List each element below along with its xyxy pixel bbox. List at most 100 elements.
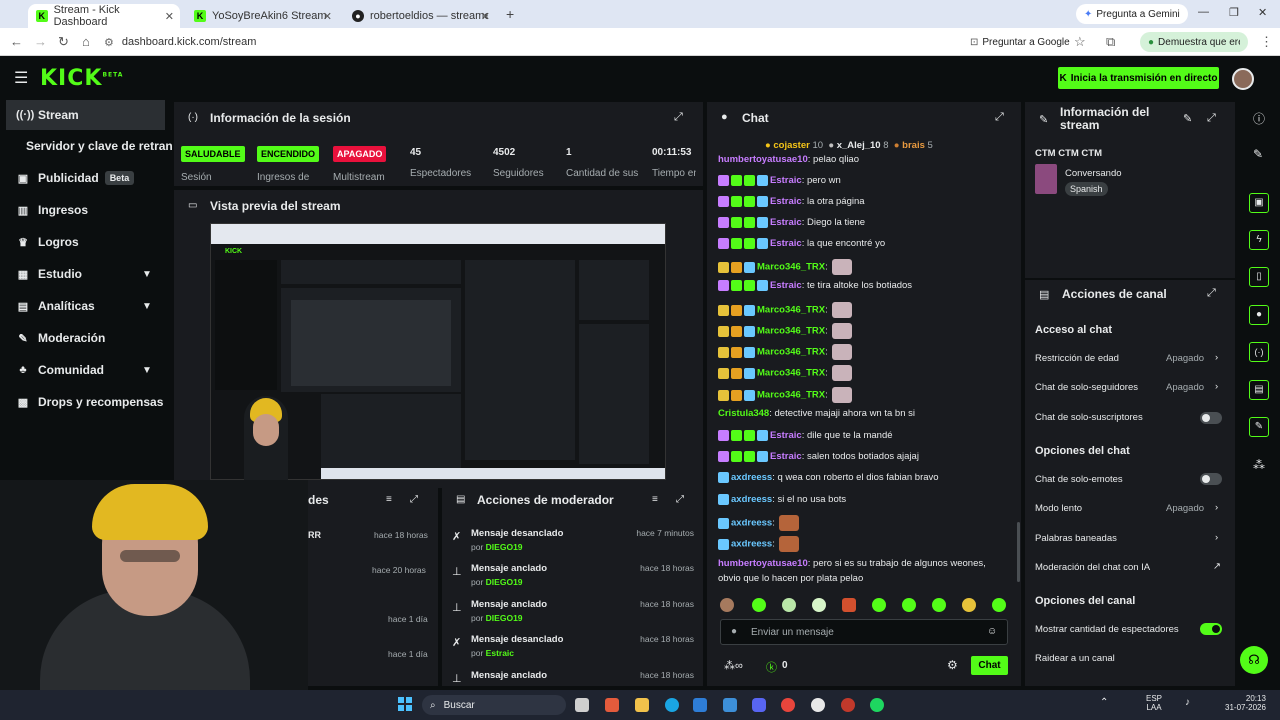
chat-username[interactable]: axdreess	[731, 518, 772, 529]
chat-emote-image[interactable]	[831, 323, 852, 339]
chat-emote-image[interactable]	[831, 344, 852, 360]
chat-emote-image[interactable]	[831, 302, 852, 318]
send-chat-button[interactable]: Chat	[971, 656, 1008, 675]
chat-username[interactable]: Estraic	[770, 175, 802, 186]
emote-icon[interactable]	[752, 598, 766, 612]
chat-emote-image[interactable]	[831, 365, 852, 381]
hamburger-menu-icon[interactable]: ☰	[14, 68, 28, 88]
emote-icon[interactable]	[902, 598, 916, 612]
chat-username[interactable]: Cristula348	[718, 408, 769, 419]
expand-panel-icon[interactable]: ⤢	[410, 494, 418, 505]
chat-username[interactable]: axdreess	[731, 472, 772, 483]
emotes-only-toggle[interactable]	[1200, 473, 1222, 485]
community-points-icon[interactable]: ⁂∞	[724, 659, 743, 672]
emote-icon[interactable]	[812, 598, 826, 612]
support-headset-icon[interactable]: ☊	[1240, 646, 1268, 674]
chat-username[interactable]: axdreess	[731, 539, 772, 550]
back-arrow-icon[interactable]: ←	[10, 34, 23, 49]
gifter-name[interactable]: x_Alej_10	[837, 140, 881, 151]
browser-tab-watch[interactable]: K YoSoyBreAkin6 Stream - Watch ✕	[186, 4, 338, 28]
spotify-icon[interactable]	[870, 698, 884, 712]
emote-icon[interactable]	[720, 598, 734, 612]
emote-icon[interactable]	[962, 598, 976, 612]
chat-emote-image[interactable]	[778, 515, 799, 531]
stream-category[interactable]: Conversando	[1065, 168, 1122, 179]
browser-tab-github[interactable]: ● robertoeldios — streamer chile ✕	[344, 4, 496, 28]
copilot-icon[interactable]	[605, 698, 619, 712]
sidebar-item-publicidad[interactable]: ▣ Publicidad Beta	[0, 163, 172, 193]
wrench-icon[interactable]: ✎	[1249, 417, 1269, 437]
profile-chip-button[interactable]: ● Demuestra que eres tú	[1140, 32, 1248, 52]
close-tab-icon[interactable]: ✕	[165, 10, 174, 23]
list-icon[interactable]: ▤	[1249, 380, 1269, 400]
close-tab-icon[interactable]: ✕	[323, 10, 332, 23]
chevron-right-icon[interactable]: ›	[1215, 381, 1218, 392]
chat-scrollbar[interactable]	[1017, 522, 1020, 582]
chat-username[interactable]: Marco346_TRX	[757, 326, 825, 337]
extensions-icon[interactable]: ⧉	[1106, 34, 1115, 50]
taskbar-clock[interactable]: 20:13 31-07-2026	[1225, 694, 1266, 712]
chat-username[interactable]: Marco346_TRX	[757, 347, 825, 358]
expand-panel-icon[interactable]: ⤢	[676, 494, 684, 505]
mod-action-row[interactable]: ✗ Mensaje desanclado por DIEGO19 hace 7 …	[448, 528, 698, 562]
close-window-icon[interactable]: ✕	[1258, 6, 1267, 19]
info-icon[interactable]: ⓘ	[1253, 110, 1265, 127]
forward-arrow-icon[interactable]: →	[34, 34, 47, 49]
bookmark-star-icon[interactable]: ☆	[1074, 34, 1086, 50]
close-tab-icon[interactable]: ✕	[481, 10, 490, 23]
sidebar-item-estudio[interactable]: ▦ Estudio ▼	[0, 259, 172, 289]
user-avatar[interactable]	[1232, 68, 1254, 90]
site-info-icon[interactable]: ⚙	[104, 36, 114, 49]
mod-action-row[interactable]: ⊥ Mensaje anclado por DIEGO19 hace 18 ho…	[448, 599, 698, 633]
app-icon[interactable]	[841, 698, 855, 712]
kick-logo[interactable]: KICKBETA	[40, 66, 123, 91]
chrome-icon[interactable]	[781, 698, 795, 712]
chat-username[interactable]: Marco346_TRX	[757, 390, 825, 401]
community-icon[interactable]: ⁂	[1253, 458, 1265, 472]
sidebar-item-ingresos[interactable]: ▥ Ingresos	[0, 195, 172, 225]
emoji-picker-icon[interactable]: ☺	[987, 626, 997, 637]
go-live-button[interactable]: K Inicia la transmisión en directo	[1058, 67, 1219, 89]
url-field[interactable]: ⚙ dashboard.kick.com/stream	[104, 32, 954, 52]
sidebar-item-analiticas[interactable]: ▤ Analíticas ▼	[0, 291, 172, 321]
chat-username[interactable]: Marco346_TRX	[757, 368, 825, 379]
chevron-down-icon[interactable]: ▼	[142, 269, 152, 280]
broadcast-icon[interactable]: (·)	[1249, 342, 1269, 362]
chat-username[interactable]: Marco346_TRX	[757, 262, 825, 273]
filter-icon[interactable]: ≡	[652, 494, 658, 505]
taskbar-search[interactable]: ⌕ Buscar	[422, 695, 566, 715]
moderator-name[interactable]: DIEGO19	[486, 577, 523, 587]
obs-icon[interactable]	[811, 698, 825, 712]
language-indicator[interactable]: ESP LAA	[1146, 694, 1162, 712]
chat-input[interactable]: ● Enviar un mensaje ☺	[720, 619, 1008, 645]
new-tab-plus-icon[interactable]: +	[506, 6, 514, 22]
filter-icon[interactable]: ≡	[386, 494, 392, 505]
sidebar-item-stream[interactable]: ((·)) Stream	[6, 100, 165, 130]
chat-username[interactable]: Estraic	[770, 196, 802, 207]
chat-username[interactable]: Estraic	[770, 430, 802, 441]
edge-browser-icon[interactable]	[665, 698, 679, 712]
category-thumbnail[interactable]	[1035, 164, 1057, 194]
gifter-name[interactable]: cojaster	[773, 140, 809, 151]
edit-pencil-icon[interactable]: ✎	[1183, 112, 1192, 125]
browser-tab-kick-dashboard[interactable]: K Stream - Kick Dashboard ✕	[28, 4, 180, 28]
chat-username[interactable]: humbertoyatusae10	[718, 154, 808, 165]
home-icon[interactable]: ⌂	[82, 34, 90, 49]
chevron-right-icon[interactable]: ›	[1215, 352, 1218, 363]
discord-icon[interactable]	[752, 698, 766, 712]
ask-google-button[interactable]: ⊡ Preguntar a Google	[962, 32, 1078, 52]
chat-username[interactable]: axdreess	[731, 494, 772, 505]
minimize-window-icon[interactable]: —	[1198, 6, 1209, 18]
moderator-name[interactable]: Estraic	[486, 648, 514, 658]
sidebar-item-comunidad[interactable]: ♣ Comunidad ▼	[0, 355, 172, 385]
expand-panel-icon[interactable]: ⤢	[995, 111, 1004, 124]
chat-username[interactable]: Marco346_TRX	[757, 305, 825, 316]
restore-window-icon[interactable]: ❐	[1229, 6, 1239, 19]
chevron-down-icon[interactable]: ▼	[142, 301, 152, 312]
gifter-name[interactable]: brais	[902, 140, 925, 151]
task-view-icon[interactable]	[575, 698, 589, 712]
browser-menu-icon[interactable]: ⋮	[1260, 34, 1273, 50]
mod-action-row[interactable]: ⊥ Mensaje anclado hace 18 horas	[448, 670, 698, 686]
reload-icon[interactable]: ↻	[58, 34, 69, 50]
volume-icon[interactable]: ♪	[1185, 697, 1190, 708]
